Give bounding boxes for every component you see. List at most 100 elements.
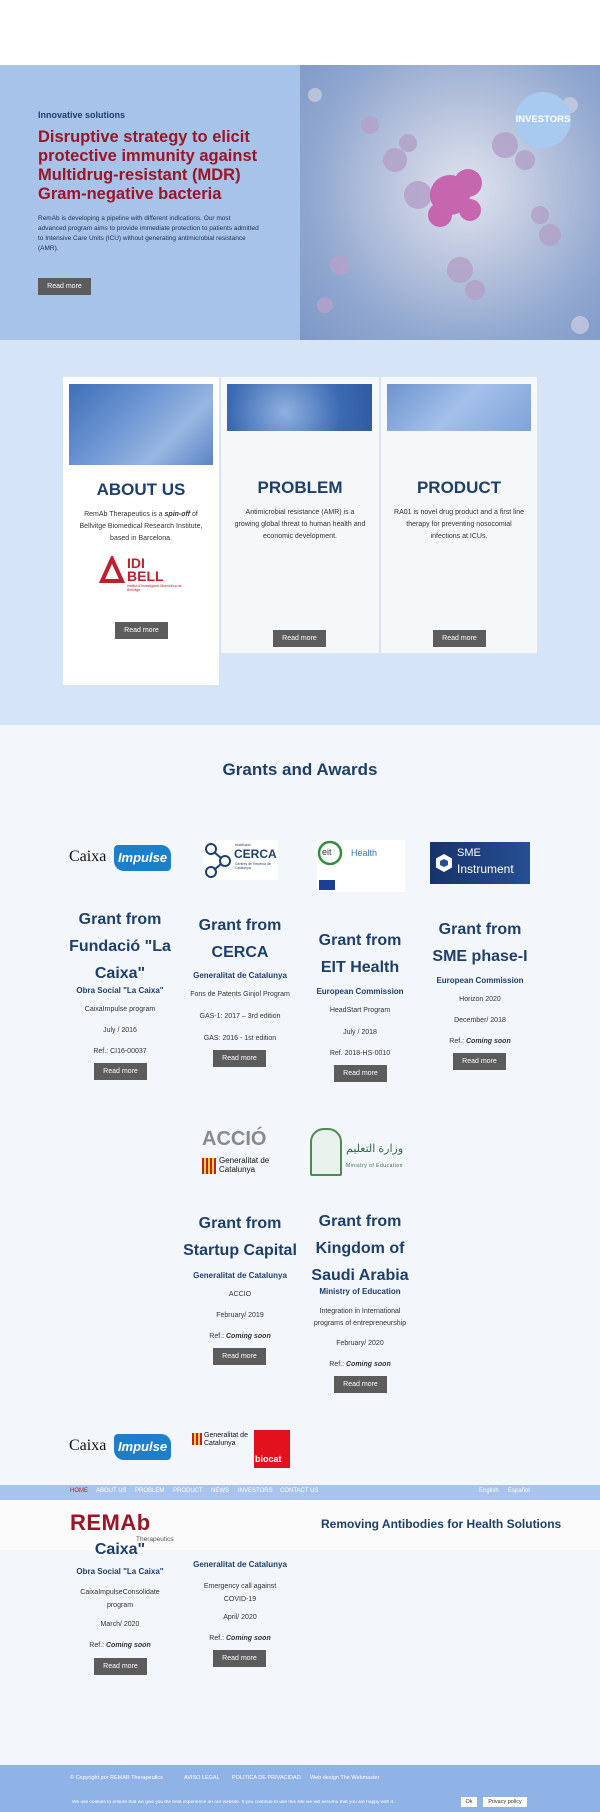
card-title: PRODUCT [416,478,502,497]
about-us-image [69,384,213,465]
card-product: PRODUCT RA01 is novel drug product and a… [381,377,537,653]
grant-title: Grant from EIT Health [318,932,402,976]
idibell-logo-sub: Institut d'Investigació Biomèdica de Bel… [127,584,182,592]
grant-ref: Ref.: Coming soon [209,1635,271,1642]
grant-ref: Ref.: Coming soon [449,1038,511,1045]
hero-read-more-button[interactable]: Read more [38,278,91,295]
grant-read-more-button[interactable]: Read more [94,1658,147,1675]
cookie-privacy-button[interactable]: Privacy policy [483,1797,527,1807]
eit-health-logo: eit Health [317,840,405,892]
grant-line2: February/ 2019 [216,1312,264,1319]
card-title: ABOUT US [96,480,186,499]
card-about-us: ABOUT US RemAb Therapeutics is a spin-of… [63,377,219,685]
problem-image [227,384,372,431]
idibell-logo-text: IDI BELL [127,555,164,584]
sme-instrument-logo: SME Instrument [430,842,530,884]
cookie-text: We use cookies to ensure that we give yo… [72,1800,395,1805]
grant-title: Grant from Startup Capital [183,1215,297,1259]
generalitat-biocat-logo: Generalitat de Catalunya biocat [190,1430,290,1468]
problem-read-more-button[interactable]: Read more [273,630,326,647]
caixa-impulse-logo: Caixa Impulse [69,1434,171,1460]
grant-line1: Horizon 2020 [459,996,501,1003]
grant-title: Grant from SME phase-I [432,921,528,965]
grant-subtitle: Generalitat de Catalunya [193,1560,287,1569]
nav-home[interactable]: HOME [70,1488,88,1494]
grant-line1: Fons de Patents Ginjol Program [190,991,290,998]
nav-contact-us[interactable]: CONTACT US [280,1488,318,1494]
grant-line3: GAS: 2016 - 1st edition [203,1035,277,1042]
nav-about-us[interactable]: ABOUT US [96,1488,127,1494]
grant-read-more-button[interactable]: Read more [94,1063,147,1080]
hero-description: RemAb is developing a pipeline with diff… [38,215,259,252]
grant-line1: Integration in International programs of… [313,1308,407,1327]
grant-line2: February/ 2020 [336,1340,384,1347]
saudi-ministry-logo: وزارة التعليم Ministry of Education [310,1128,410,1178]
hero-headline: Disruptive strategy to elicit protective… [38,128,258,203]
grant-subtitle: Generalitat de Catalunya [193,971,287,980]
grant-read-more-button[interactable]: Read more [213,1650,266,1667]
grant-read-more-button[interactable]: Read more [453,1053,506,1070]
caixa-impulse-logo: Caixa Impulse [69,845,171,871]
card-title: PROBLEM [257,478,343,497]
grant-read-more-button[interactable]: Read more [213,1050,266,1067]
grant-line1: CaixaImpulse program [84,1006,156,1013]
grant-title-tail: Caixa" [94,1541,146,1558]
product-read-more-button[interactable]: Read more [433,630,486,647]
footer-link-webmaster[interactable]: Web design The Webmaster [310,1775,379,1781]
grant-subtitle: European Commission [316,987,404,996]
grant-read-more-button[interactable]: Read more [334,1065,387,1082]
lang-espanol[interactable]: Español [508,1488,530,1494]
grant-line1: ACCIO [228,1291,252,1298]
footer-link-privacidad[interactable]: POLITICA DE PRIVACIDAD [232,1775,301,1781]
grant-ref: Ref.: Coming soon [329,1361,391,1368]
grant-line2: December/ 2018 [454,1017,506,1024]
card-text: RA01 is novel drug product and a first l… [394,509,524,540]
nav-problem[interactable]: PROBLEM [135,1488,164,1494]
grant-line2: March/ 2020 [100,1621,140,1628]
cookie-ok-button[interactable]: Ok [461,1797,477,1807]
card-text: RemAb Therapeutics is a spin-off of Bell… [79,511,203,542]
card-text: Antimicrobial resistance (AMR) is a grow… [234,509,366,540]
nav-news[interactable]: NEWS [211,1488,229,1494]
grant-ref: Ref.: CI16-00037 [93,1048,147,1055]
footer-link-aviso-legal[interactable]: AVISO LEGAL [184,1775,220,1781]
product-image [387,384,531,431]
grant-subtitle: Ministry of Education [319,1287,401,1296]
grant-line2: July / 2018 [343,1029,377,1036]
accio-logo: ACCIÓ Generalitat de Catalunya [202,1128,270,1174]
grant-ref: Ref. 2018-HS-0010 [329,1050,391,1057]
grants-heading: Grants and Awards [222,760,378,779]
hero-image: INVESTORS [300,65,600,340]
footer-copyright: © Copyright por REMAB Therapeutics [70,1775,163,1781]
nav-investors[interactable]: INVESTORS [238,1488,273,1494]
grant-line2: GAS-1: 2017 – 3rd edition [199,1013,281,1020]
card-problem: PROBLEM Antimicrobial resistance (AMR) i… [221,377,379,653]
grant-title: Grant from Fundació "La Caixa" [69,911,171,982]
grant-subtitle: Generalitat de Catalunya [193,1271,287,1280]
remab-logo[interactable]: REMAb Therapeutics [70,1510,174,1543]
grant-line2: July / 2016 [103,1027,137,1034]
cerca-logo: Institució CERCA Centres de Recerca de C… [203,840,278,880]
grant-read-more-button[interactable]: Read more [334,1376,387,1393]
lang-english[interactable]: English [479,1488,499,1494]
about-us-read-more-button[interactable]: Read more [115,622,168,639]
grant-line1: Emergency call against COVID-19 [203,1583,277,1603]
grant-subtitle: Obra Social "La Caixa" [76,1567,164,1576]
grant-read-more-button[interactable]: Read more [213,1348,266,1365]
nav-product[interactable]: PRODUCT [173,1488,203,1494]
investors-badge[interactable]: INVESTORS [515,92,571,148]
site-tagline: Removing Antibodies for Health Solutions [321,1517,562,1531]
idibell-logo: IDI BELL Institut d'Investigació Biomèdi… [97,554,187,599]
grant-title: Grant from Kingdom of Saudi Arabia [311,1213,409,1284]
grant-title: Grant from CERCA [198,917,282,961]
cookie-banner: We use cookies to ensure that we give yo… [0,1795,600,1812]
grant-subtitle: Obra Social "La Caixa" [76,986,164,995]
grant-line2: April/ 2020 [223,1614,257,1621]
grant-line1: CaixaImpulseConsolidate program [80,1589,160,1609]
grant-ref: Ref.: Coming soon [209,1333,271,1340]
hero-eyebrow: Innovative solutions [38,110,126,120]
hero-section: Innovative solutions Disruptive strategy… [0,65,600,340]
grant-ref: Ref.: Coming soon [89,1642,151,1649]
grant-subtitle: European Commission [436,976,524,985]
grant-line1: HeadStart Program [329,1007,391,1014]
